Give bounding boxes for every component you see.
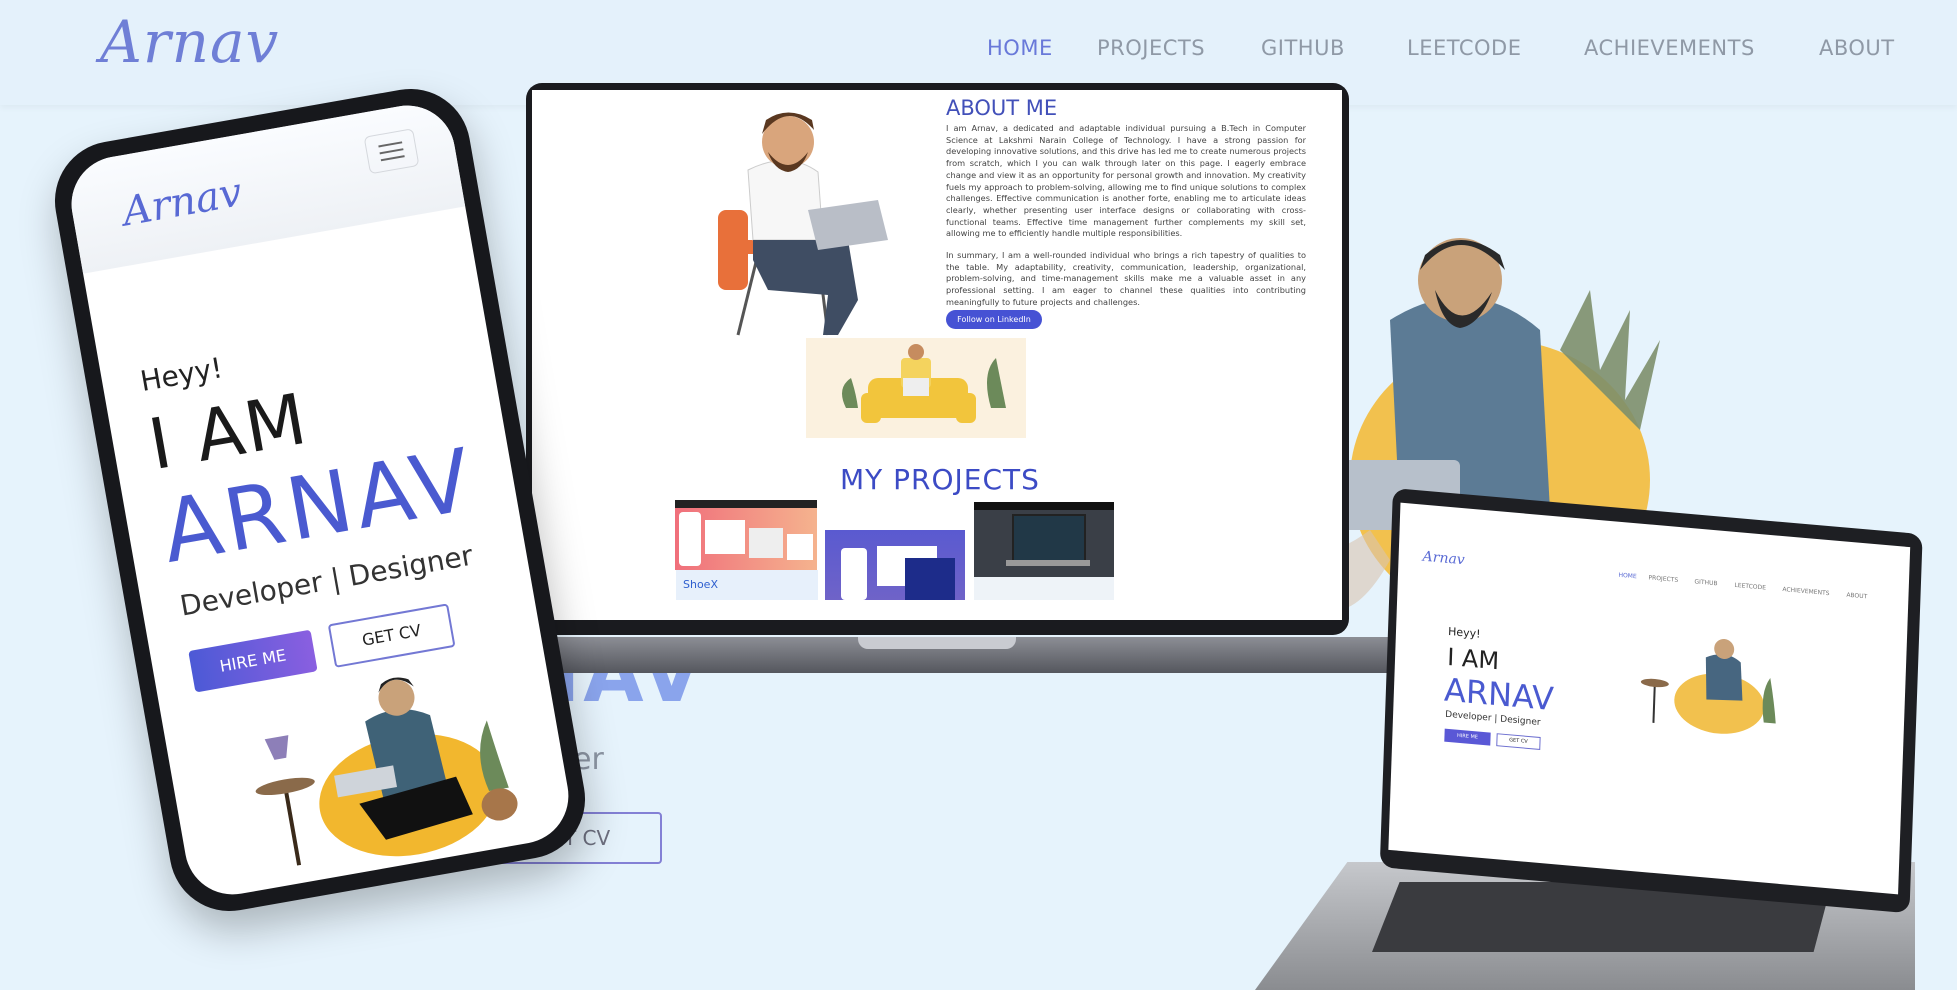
laptop2-logo[interactable]: Arnav	[1422, 549, 1465, 569]
about-text: I am Arnav, a dedicated and adaptable in…	[946, 123, 1306, 319]
projects-title: MY PROJECTS	[840, 463, 1040, 496]
follow-linkedin-button[interactable]: Follow on LinkedIn	[946, 310, 1042, 329]
nav-about[interactable]: ABOUT	[1819, 36, 1895, 60]
laptop2-bezel: Arnav HOME PROJECTS GITHUB LEETCODE ACHI…	[1379, 488, 1923, 914]
laptop-notch	[858, 637, 1016, 649]
project-name-1[interactable]: ShoeX	[683, 578, 718, 591]
phone-greeting: Heyy!	[137, 351, 226, 399]
laptop2-hire-button[interactable]: HIRE ME	[1444, 728, 1491, 746]
laptop2-i-am: I AM	[1446, 642, 1500, 676]
laptop2-nav-achievements[interactable]: ACHIEVEMENTS	[1782, 586, 1829, 597]
project-thumbnail-1[interactable]	[675, 500, 817, 570]
laptop-screen: ABOUT ME I am Arnav, a dedicated and ada…	[532, 90, 1342, 620]
about-title: ABOUT ME	[946, 96, 1058, 120]
laptop2-nav-projects[interactable]: PROJECTS	[1648, 574, 1678, 584]
laptop2-getcv-button[interactable]: GET CV	[1496, 733, 1541, 751]
about-paragraph-1: I am Arnav, a dedicated and adaptable in…	[946, 123, 1306, 239]
nav-projects[interactable]: PROJECTS	[1097, 36, 1205, 60]
phone-getcv-button[interactable]: GET CV	[327, 603, 456, 668]
nav-achievements[interactable]: ACHIEVEMENTS	[1584, 36, 1755, 60]
project-thumbnail-2[interactable]	[825, 530, 965, 600]
laptop2-nav-about[interactable]: ABOUT	[1846, 592, 1867, 601]
phone-screen: Arnav Heyy! I AM ARNAV Developer | Desig…	[64, 97, 576, 903]
nav-home[interactable]: HOME	[987, 36, 1053, 60]
laptop2-nav-home[interactable]: HOME	[1618, 572, 1636, 581]
nav-leetcode[interactable]: LEETCODE	[1407, 36, 1521, 60]
phone-hire-button[interactable]: HIRE ME	[188, 629, 318, 693]
phone-illustration	[255, 677, 518, 866]
laptop2-screen: Arnav HOME PROJECTS GITHUB LEETCODE ACHI…	[1388, 502, 1911, 895]
laptop2-greeting: Heyy!	[1447, 624, 1481, 641]
sofa-image	[806, 338, 1026, 438]
site-logo[interactable]: Arnav	[100, 8, 279, 76]
laptop2-nav-github[interactable]: GITHUB	[1694, 578, 1717, 587]
laptop2-illustration	[1640, 638, 1776, 734]
about-paragraph-2: In summary, I am a well-rounded individu…	[946, 250, 1306, 307]
nav-github[interactable]: GITHUB	[1261, 36, 1345, 60]
laptop2-nav-leetcode[interactable]: LEETCODE	[1734, 582, 1766, 592]
about-illustration	[718, 112, 888, 336]
phone-header	[64, 97, 466, 274]
project-thumbnail-3[interactable]	[974, 502, 1114, 577]
project-caption-3	[974, 577, 1114, 600]
phone-mockup: Arnav Heyy! I AM ARNAV Developer | Desig…	[45, 79, 595, 921]
